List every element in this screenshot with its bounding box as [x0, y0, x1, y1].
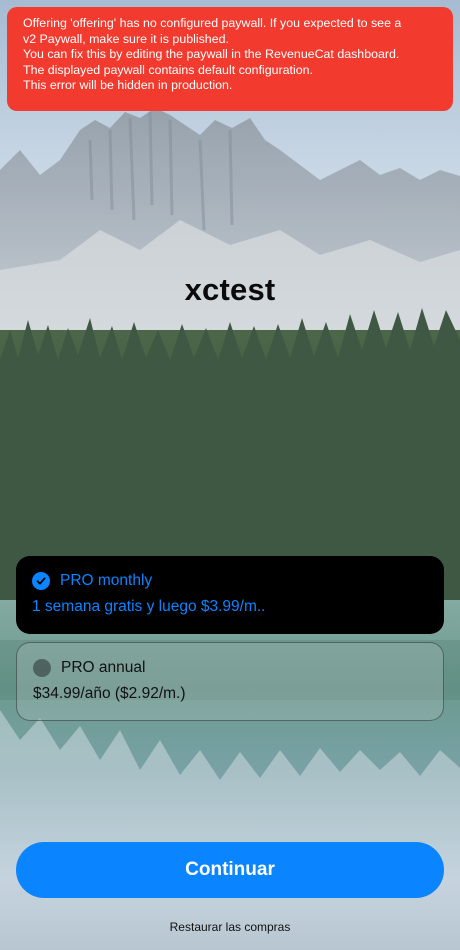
error-line: Offering 'offering' has no configured pa…	[23, 16, 402, 30]
package-description: 1 semana gratis y luego $3.99/m..	[32, 598, 266, 615]
error-line: v2 Paywall, make sure it is published.	[23, 31, 229, 46]
checkmark-circle-icon	[32, 572, 50, 590]
paywall-title: xctest	[184, 272, 276, 307]
background-landscape	[0, 0, 460, 950]
restore-purchases-link[interactable]: Restaurar las compras	[0, 920, 460, 934]
package-name: PRO monthly	[60, 572, 153, 589]
continue-button[interactable]: Continuar	[16, 842, 444, 898]
package-name: PRO annual	[61, 659, 146, 676]
error-banner: Offering 'offering' has no configured pa…	[7, 7, 453, 111]
package-option-monthly[interactable]: PRO monthly 1 semana gratis y luego $3.9…	[16, 556, 444, 634]
radio-circle-icon	[33, 659, 51, 677]
error-line: You can fix this by editing the paywall …	[23, 47, 400, 62]
error-line: This error will be hidden in production.	[23, 78, 233, 93]
error-line: The displayed paywall contains default c…	[23, 62, 313, 77]
package-option-annual[interactable]: PRO annual $34.99/año ($2.92/m.)	[16, 642, 444, 721]
package-description: $34.99/año ($2.92/m.)	[33, 685, 186, 702]
